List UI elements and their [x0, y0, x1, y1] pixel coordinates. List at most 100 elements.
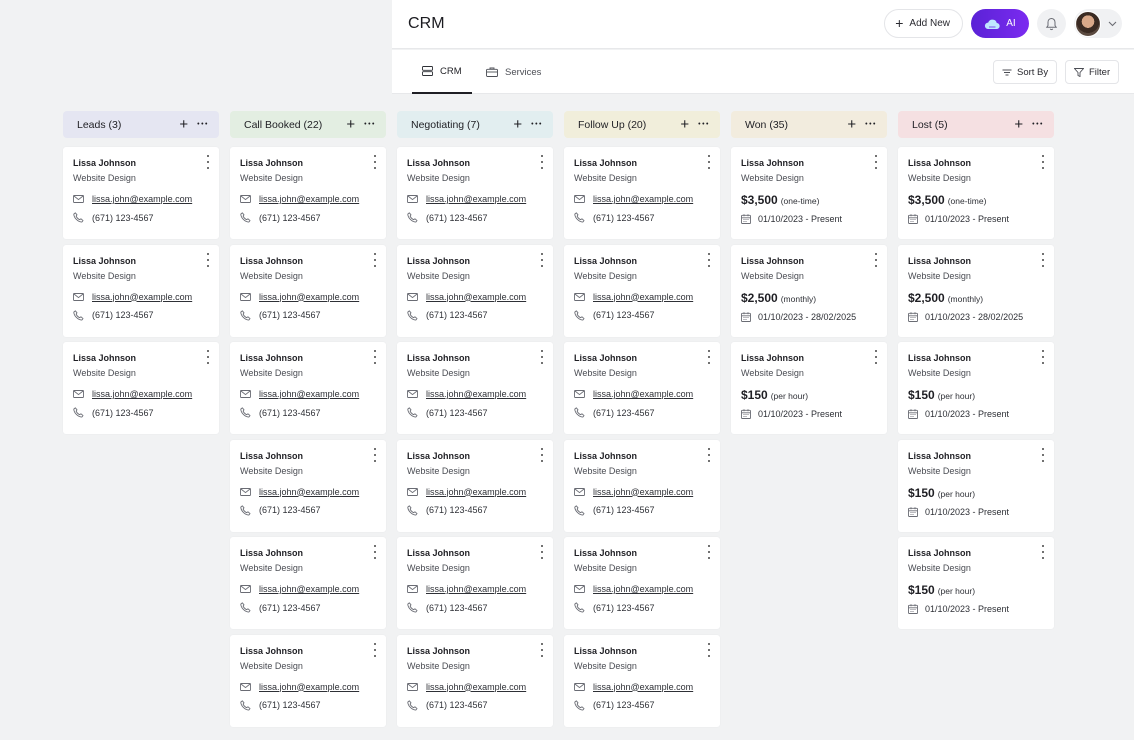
card-menu-icon[interactable] [205, 252, 211, 267]
deal-card[interactable]: Lissa Johnson Website Design lissa.john@ex… [397, 342, 553, 434]
more-options-icon[interactable]: ••• [364, 121, 376, 128]
card-menu-icon[interactable] [706, 447, 712, 462]
card-menu-icon[interactable] [873, 350, 879, 364]
email-link[interactable]: lissa.john@example.com [259, 194, 359, 204]
card-menu-icon[interactable] [539, 350, 545, 364]
card-menu-icon[interactable] [706, 642, 712, 657]
deal-card[interactable]: Lissa Johnson Website Design lissa.john@ex… [397, 147, 553, 239]
deal-card[interactable]: Lissa Johnson Website Design $2,500 (monthl… [731, 244, 887, 337]
add-new-button[interactable]: + Add New [884, 9, 963, 38]
email-link[interactable]: lissa.john@example.com [259, 292, 359, 302]
deal-card[interactable]: Lissa Johnson Website Design lissa.john@ex… [230, 537, 386, 629]
card-menu-icon[interactable] [706, 155, 712, 169]
add-card-button[interactable]: + [513, 117, 522, 132]
email-link[interactable]: lissa.john@example.com [593, 389, 693, 399]
add-card-button[interactable]: + [179, 117, 188, 132]
more-options-icon[interactable]: ••• [197, 121, 209, 128]
deal-card[interactable]: Lissa Johnson Website Design $150 (per hour… [731, 342, 887, 434]
email-link[interactable]: lissa.john@example.com [426, 487, 526, 497]
deal-card[interactable]: Lissa Johnson Website Design lissa.john@ex… [397, 634, 553, 727]
notifications-button[interactable] [1037, 9, 1066, 38]
card-menu-icon[interactable] [1040, 350, 1046, 364]
more-options-icon[interactable]: ••• [698, 121, 710, 128]
card-menu-icon[interactable] [372, 350, 378, 364]
email-link[interactable]: lissa.john@example.com [593, 292, 693, 302]
add-card-button[interactable]: + [680, 117, 689, 132]
card-menu-icon[interactable] [372, 252, 378, 267]
email-link[interactable]: lissa.john@example.com [593, 682, 693, 692]
deal-card[interactable]: Lissa Johnson Website Design lissa.john@ex… [564, 634, 720, 727]
card-menu-icon[interactable] [539, 155, 545, 169]
email-link[interactable]: lissa.john@example.com [593, 584, 693, 594]
email-link[interactable]: lissa.john@example.com [426, 584, 526, 594]
tab-crm[interactable]: CRM [412, 50, 472, 94]
add-card-button[interactable]: + [346, 117, 355, 132]
card-menu-icon[interactable] [1040, 155, 1046, 169]
card-menu-icon[interactable] [873, 155, 879, 169]
deal-card[interactable]: Lissa Johnson Website Design lissa.john@ex… [397, 439, 553, 532]
deal-card[interactable]: Lissa Johnson Website Design lissa.john@ex… [230, 342, 386, 434]
deal-card[interactable]: Lissa Johnson Website Design lissa.john@ex… [63, 244, 219, 337]
card-menu-icon[interactable] [1040, 252, 1046, 267]
deal-card[interactable]: Lissa Johnson Website Design lissa.john@ex… [564, 342, 720, 434]
email-link[interactable]: lissa.john@example.com [92, 389, 192, 399]
deal-card[interactable]: Lissa Johnson Website Design lissa.john@ex… [230, 634, 386, 727]
email-link[interactable]: lissa.john@example.com [426, 292, 526, 302]
card-menu-icon[interactable] [372, 447, 378, 462]
card-menu-icon[interactable] [1040, 447, 1046, 462]
deal-card[interactable]: Lissa Johnson Website Design lissa.john@ex… [564, 147, 720, 239]
email-link[interactable]: lissa.john@example.com [593, 194, 693, 204]
card-menu-icon[interactable] [1040, 545, 1046, 559]
card-menu-icon[interactable] [539, 447, 545, 462]
card-menu-icon[interactable] [539, 545, 545, 559]
mail-icon [574, 585, 585, 593]
card-menu-icon[interactable] [372, 155, 378, 169]
ai-button[interactable]: AI [971, 9, 1029, 38]
deal-card[interactable]: Lissa Johnson Website Design lissa.john@ex… [564, 537, 720, 629]
card-menu-icon[interactable] [539, 252, 545, 267]
deal-card[interactable]: Lissa Johnson Website Design lissa.john@ex… [564, 439, 720, 532]
email-link[interactable]: lissa.john@example.com [426, 682, 526, 692]
deal-card[interactable]: Lissa Johnson Website Design lissa.john@ex… [397, 537, 553, 629]
add-card-button[interactable]: + [1014, 117, 1023, 132]
card-menu-icon[interactable] [205, 350, 211, 364]
tab-services[interactable]: Services [484, 50, 543, 94]
email-link[interactable]: lissa.john@example.com [426, 194, 526, 204]
more-options-icon[interactable]: ••• [531, 121, 543, 128]
card-menu-icon[interactable] [706, 252, 712, 267]
deal-card[interactable]: Lissa Johnson Website Design lissa.john@ex… [230, 147, 386, 239]
user-menu[interactable] [1074, 9, 1122, 38]
card-menu-icon[interactable] [205, 155, 211, 169]
card-menu-icon[interactable] [706, 545, 712, 559]
deal-card[interactable]: Lissa Johnson Website Design lissa.john@ex… [230, 244, 386, 337]
card-menu-icon[interactable] [372, 642, 378, 657]
deal-card[interactable]: Lissa Johnson Website Design lissa.john@ex… [63, 147, 219, 239]
deal-card[interactable]: Lissa Johnson Website Design $150 (per hour… [898, 439, 1054, 532]
deal-card[interactable]: Lissa Johnson Website Design $150 (per hour… [898, 537, 1054, 629]
email-link[interactable]: lissa.john@example.com [426, 389, 526, 399]
deal-card[interactable]: Lissa Johnson Website Design lissa.john@ex… [564, 244, 720, 337]
add-card-button[interactable]: + [847, 117, 856, 132]
more-options-icon[interactable]: ••• [1032, 121, 1044, 128]
email-link[interactable]: lissa.john@example.com [593, 487, 693, 497]
deal-card[interactable]: Lissa Johnson Website Design lissa.john@ex… [397, 244, 553, 337]
more-options-icon[interactable]: ••• [865, 121, 877, 128]
email-link[interactable]: lissa.john@example.com [92, 194, 192, 204]
card-menu-icon[interactable] [372, 545, 378, 559]
email-link[interactable]: lissa.john@example.com [259, 487, 359, 497]
filter-button[interactable]: Filter [1065, 60, 1120, 84]
deal-card[interactable]: Lissa Johnson Website Design $2,500 (monthl… [898, 244, 1054, 337]
sort-by-button[interactable]: Sort By [993, 60, 1058, 84]
deal-card[interactable]: Lissa Johnson Website Design lissa.john@ex… [230, 439, 386, 532]
email-link[interactable]: lissa.john@example.com [259, 682, 359, 692]
card-menu-icon[interactable] [539, 642, 545, 657]
email-link[interactable]: lissa.john@example.com [259, 584, 359, 594]
card-menu-icon[interactable] [706, 350, 712, 364]
deal-card[interactable]: Lissa Johnson Website Design $3,500 (one-ti… [731, 147, 887, 239]
email-link[interactable]: lissa.john@example.com [259, 389, 359, 399]
email-link[interactable]: lissa.john@example.com [92, 292, 192, 302]
deal-card[interactable]: Lissa Johnson Website Design $3,500 (one-ti… [898, 147, 1054, 239]
deal-card[interactable]: Lissa Johnson Website Design $150 (per hour… [898, 342, 1054, 434]
card-menu-icon[interactable] [873, 252, 879, 267]
deal-card[interactable]: Lissa Johnson Website Design lissa.john@ex… [63, 342, 219, 434]
